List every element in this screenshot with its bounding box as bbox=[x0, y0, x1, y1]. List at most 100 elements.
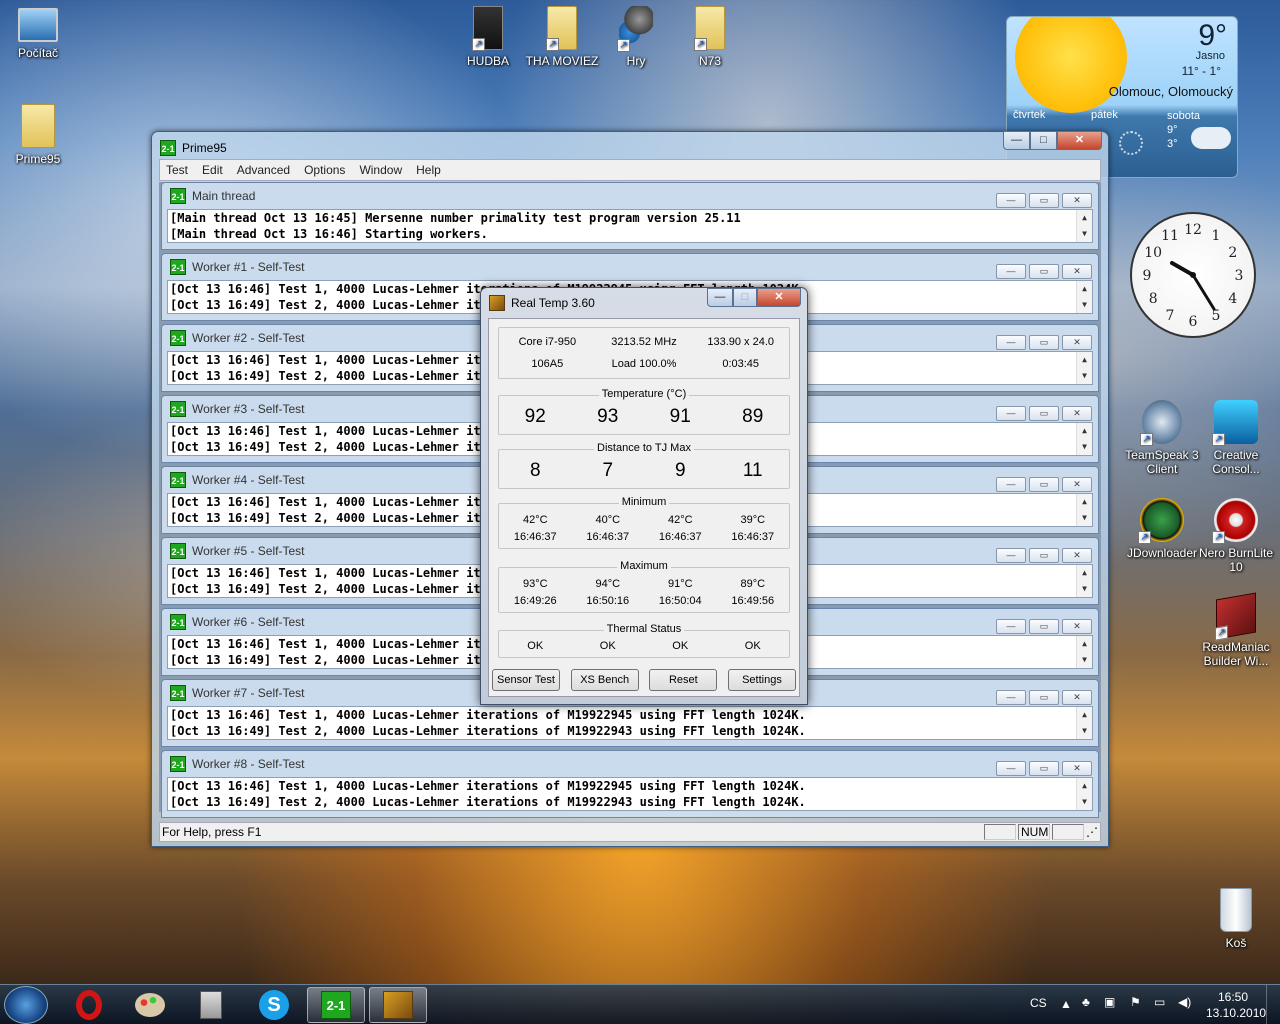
vertical-scrollbar[interactable]: ▲ ▼ bbox=[1076, 210, 1092, 242]
close-button[interactable]: ✕ bbox=[1062, 619, 1092, 634]
clock-gadget[interactable]: 12 1 2 3 4 5 6 7 8 9 10 11 bbox=[1130, 212, 1256, 338]
maximize-button[interactable]: ▭ bbox=[1029, 690, 1059, 705]
menu-advanced[interactable]: Advanced bbox=[237, 163, 290, 177]
maximize-button[interactable]: ▭ bbox=[1029, 761, 1059, 776]
maximize-button[interactable]: ▭ bbox=[1029, 335, 1059, 350]
distance-values: 8 7 9 11 bbox=[499, 460, 789, 482]
settings-button[interactable]: Settings bbox=[727, 669, 796, 691]
minimize-button[interactable]: — bbox=[996, 406, 1026, 421]
close-button[interactable]: ✕ bbox=[1062, 548, 1092, 563]
vertical-scrollbar[interactable]: ▲ ▼ bbox=[1076, 281, 1092, 313]
close-button[interactable]: ✕ bbox=[1057, 131, 1102, 150]
tray-app-icon[interactable]: ♣ bbox=[1082, 995, 1090, 1009]
log-output[interactable]: [Oct 13 16:46] Test 1, 4000 Lucas-Lehmer… bbox=[167, 706, 1093, 740]
close-button[interactable]: ✕ bbox=[1062, 761, 1092, 776]
group-label: Thermal Status bbox=[603, 623, 685, 635]
vertical-scrollbar[interactable]: ▲ ▼ bbox=[1076, 778, 1092, 810]
desktop-icon-hry[interactable]: ↗ Hry bbox=[598, 6, 674, 68]
desktop-icon-teamspeak[interactable]: ↗ TeamSpeak 3 Client bbox=[1124, 400, 1200, 476]
taskbar-skype[interactable]: S bbox=[245, 987, 303, 1023]
desktop-icon-prime95[interactable]: Prime95 bbox=[0, 104, 76, 166]
desktop-icon-creative[interactable]: ↗ Creative Consol... bbox=[1198, 400, 1274, 476]
desktop-icon-hudba[interactable]: ↗ HUDBA bbox=[450, 6, 526, 68]
cloud-icon bbox=[1191, 127, 1231, 149]
child-titlebar[interactable]: 2-1 Worker #8 - Self-Test bbox=[162, 751, 1098, 777]
volume-icon[interactable]: ◀) bbox=[1178, 995, 1191, 1009]
minimize-button[interactable]: — bbox=[996, 264, 1026, 279]
close-button[interactable]: ✕ bbox=[1062, 477, 1092, 492]
vertical-scrollbar[interactable]: ▲ ▼ bbox=[1076, 352, 1092, 384]
child-titlebar[interactable]: 2-1 Main thread bbox=[162, 183, 1098, 209]
desktop-icon-computer[interactable]: Počítač bbox=[0, 8, 76, 60]
taskbar-calculator[interactable] bbox=[182, 987, 240, 1023]
language-indicator[interactable]: CS bbox=[1030, 996, 1047, 1010]
minimize-button[interactable]: — bbox=[996, 193, 1026, 208]
minimize-button[interactable]: — bbox=[996, 761, 1026, 776]
close-button[interactable]: ✕ bbox=[1062, 193, 1092, 208]
maximize-button[interactable]: ▭ bbox=[1029, 193, 1059, 208]
minimize-button[interactable]: — bbox=[1003, 131, 1030, 150]
minimize-button[interactable]: — bbox=[996, 548, 1026, 563]
menu-help[interactable]: Help bbox=[416, 163, 441, 177]
child-window-controls: — ▭ ✕ bbox=[996, 619, 1092, 634]
clock-date[interactable]: 13.10.2010 bbox=[1206, 1006, 1266, 1020]
network-icon[interactable]: ▭ bbox=[1154, 995, 1165, 1009]
menu-options[interactable]: Options bbox=[304, 163, 345, 177]
close-button[interactable]: ✕ bbox=[1062, 406, 1092, 421]
status-help-text: For Help, press F1 bbox=[162, 825, 262, 839]
maximize-button[interactable]: ▭ bbox=[1029, 477, 1059, 492]
close-button[interactable]: ✕ bbox=[757, 288, 801, 307]
desktop-icon-tha-moviez[interactable]: ↗ THA MOVIEZ bbox=[524, 6, 600, 68]
start-button[interactable] bbox=[4, 986, 48, 1024]
menu-edit[interactable]: Edit bbox=[202, 163, 223, 177]
show-hidden-icons[interactable]: ▲ bbox=[1060, 997, 1072, 1011]
core-distance: 9 bbox=[674, 460, 686, 481]
close-button[interactable]: ✕ bbox=[1062, 690, 1092, 705]
minimize-button[interactable]: — bbox=[996, 477, 1026, 492]
action-center-flag-icon[interactable]: ⚑ bbox=[1130, 995, 1141, 1009]
reset-button[interactable]: Reset bbox=[649, 669, 718, 691]
minimize-button[interactable]: — bbox=[996, 619, 1026, 634]
desktop-icon-jdownloader[interactable]: ↗ JDownloader bbox=[1124, 498, 1200, 560]
worker-window[interactable]: 2-1 Worker #8 - Self-Test — ▭ ✕ [Oct 13 16:46… bbox=[161, 750, 1099, 818]
xs-bench-button[interactable]: XS Bench bbox=[570, 669, 639, 691]
desktop-icon-recycle-bin[interactable]: Koš bbox=[1198, 888, 1274, 950]
maximize-button[interactable]: ▭ bbox=[1029, 548, 1059, 563]
vertical-scrollbar[interactable]: ▲ ▼ bbox=[1076, 423, 1092, 455]
maximize-button[interactable]: ▭ bbox=[1029, 619, 1059, 634]
close-button[interactable]: ✕ bbox=[1062, 264, 1092, 279]
core-distance: 11 bbox=[742, 460, 763, 481]
resize-grip-icon[interactable]: ⋰ bbox=[1086, 825, 1100, 839]
tray-app-icon[interactable]: ▣ bbox=[1104, 995, 1115, 1009]
taskbar-realtemp[interactable] bbox=[369, 987, 427, 1023]
minimize-button[interactable]: — bbox=[996, 335, 1026, 350]
main-thread-window[interactable]: 2-1 Main thread — ▭ ✕ [Main thread Oct 13 16:… bbox=[161, 182, 1099, 250]
maximize-button[interactable]: ▭ bbox=[1029, 406, 1059, 421]
desktop-icon-nero[interactable]: ↗ Nero BurnLite 10 bbox=[1198, 498, 1274, 574]
show-desktop-button[interactable] bbox=[1266, 985, 1280, 1024]
maximize-button[interactable]: □ bbox=[1030, 131, 1057, 150]
log-output[interactable]: [Main thread Oct 13 16:45] Mersenne numb… bbox=[167, 209, 1093, 243]
vertical-scrollbar[interactable]: ▲ ▼ bbox=[1076, 494, 1092, 526]
taskbar-paint[interactable] bbox=[121, 987, 179, 1023]
menu-window[interactable]: Window bbox=[359, 163, 402, 177]
desktop-icon-readmaniac[interactable]: ↗ ReadManiac Builder Wi... bbox=[1198, 592, 1274, 668]
games-icon: ↗ bbox=[617, 6, 653, 52]
prime95-titlebar[interactable]: 2-1 Prime95 bbox=[152, 132, 1108, 158]
child-titlebar[interactable]: 2-1 Worker #1 - Self-Test bbox=[162, 254, 1098, 280]
menu-test[interactable]: Test bbox=[166, 163, 188, 177]
maximize-button[interactable]: ▭ bbox=[1029, 264, 1059, 279]
taskbar-opera[interactable] bbox=[60, 987, 118, 1023]
log-output[interactable]: [Oct 13 16:46] Test 1, 4000 Lucas-Lehmer… bbox=[167, 777, 1093, 811]
vertical-scrollbar[interactable]: ▲ ▼ bbox=[1076, 707, 1092, 739]
minimize-button[interactable]: — bbox=[707, 288, 733, 307]
close-button[interactable]: ✕ bbox=[1062, 335, 1092, 350]
vertical-scrollbar[interactable]: ▲ ▼ bbox=[1076, 636, 1092, 668]
desktop-icon-n73[interactable]: ↗ N73 bbox=[672, 6, 748, 68]
minimize-button[interactable]: — bbox=[996, 690, 1026, 705]
taskbar-prime95[interactable]: 2-1 bbox=[307, 987, 365, 1023]
sensor-test-button[interactable]: Sensor Test bbox=[492, 669, 560, 691]
vertical-scrollbar[interactable]: ▲ ▼ bbox=[1076, 565, 1092, 597]
clock-time[interactable]: 16:50 bbox=[1218, 990, 1248, 1004]
realtemp-window[interactable]: Real Temp 3.60 — □ ✕ Core i7-950 3213.52… bbox=[480, 287, 808, 705]
